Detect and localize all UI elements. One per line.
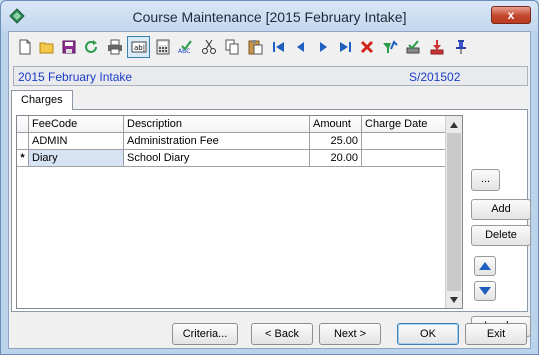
- last-record-icon: [340, 42, 351, 52]
- cell-amount[interactable]: 20.00: [310, 150, 362, 167]
- delete-row-button[interactable]: Delete: [471, 225, 531, 246]
- filter-button[interactable]: [380, 37, 400, 57]
- edit-field-button[interactable]: ab|: [127, 36, 150, 58]
- paste-icon: [248, 40, 263, 55]
- previous-record-button[interactable]: [291, 37, 311, 57]
- download-button[interactable]: [427, 37, 447, 57]
- print-button[interactable]: [105, 37, 125, 57]
- row-indicator: *: [17, 150, 29, 167]
- paste-button[interactable]: [245, 37, 265, 57]
- grid-vertical-scrollbar[interactable]: [445, 116, 462, 308]
- column-header-charge-date[interactable]: Charge Date: [362, 116, 447, 133]
- print-icon: [108, 39, 122, 55]
- next-record-button[interactable]: [313, 37, 333, 57]
- exit-button[interactable]: Exit: [465, 323, 527, 345]
- row-indicator: [17, 133, 29, 150]
- refresh-button[interactable]: [81, 37, 101, 57]
- svg-text:ab|: ab|: [134, 44, 145, 52]
- next-record-icon: [320, 42, 327, 52]
- column-header-description[interactable]: Description: [124, 116, 310, 133]
- cell-description[interactable]: Administration Fee: [124, 133, 310, 150]
- open-button[interactable]: [37, 37, 57, 57]
- scrollbar-thumb[interactable]: [447, 133, 461, 291]
- charges-tab-panel: FeeCode Description Amount Charge Date A…: [11, 109, 531, 337]
- first-record-icon: [273, 42, 284, 52]
- column-header-amount[interactable]: Amount: [310, 116, 362, 133]
- new-icon: [19, 39, 31, 55]
- spellcheck-button[interactable]: ABC: [176, 37, 196, 57]
- copy-icon: [225, 39, 239, 55]
- open-icon: [39, 42, 54, 54]
- refresh-icon: [85, 40, 97, 53]
- edit-field-icon: ab|: [131, 41, 146, 53]
- cell-charge-date[interactable]: [362, 150, 447, 167]
- scroll-up-icon: [450, 121, 458, 128]
- next-button[interactable]: Next >: [319, 323, 381, 345]
- back-button[interactable]: < Back: [251, 323, 313, 345]
- intake-code: S/201502: [409, 70, 461, 84]
- criteria-button[interactable]: Criteria...: [172, 323, 238, 345]
- charges-grid[interactable]: FeeCode Description Amount Charge Date A…: [16, 115, 463, 309]
- scroll-down-button[interactable]: [446, 291, 462, 308]
- tab-charges[interactable]: Charges: [11, 90, 73, 110]
- delete-button[interactable]: [357, 37, 377, 57]
- cell-description[interactable]: School Diary: [124, 150, 310, 167]
- filter-icon: [383, 40, 398, 53]
- close-button[interactable]: x: [491, 6, 531, 24]
- toolbar: ab| ABC: [13, 34, 528, 60]
- save-button[interactable]: [59, 37, 79, 57]
- row-indicator-header: [17, 116, 29, 133]
- move-up-button[interactable]: [474, 256, 496, 276]
- calculator-button[interactable]: [153, 37, 173, 57]
- approve-button[interactable]: [403, 37, 423, 57]
- pin-icon: [456, 40, 466, 54]
- first-record-button[interactable]: [269, 37, 289, 57]
- cell-feecode[interactable]: Diary: [29, 150, 124, 167]
- cut-button[interactable]: [199, 37, 219, 57]
- intake-header-panel: 2015 February Intake S/201502: [13, 66, 528, 86]
- cell-charge-date[interactable]: [362, 133, 447, 150]
- intake-name: 2015 February Intake: [18, 70, 133, 84]
- last-record-button[interactable]: [335, 37, 355, 57]
- save-icon: [62, 40, 76, 54]
- previous-record-icon: [297, 42, 304, 52]
- arrow-down-icon: [479, 287, 491, 295]
- approve-icon: [406, 40, 420, 54]
- move-down-button[interactable]: [474, 281, 496, 301]
- column-header-feecode[interactable]: FeeCode: [29, 116, 124, 133]
- calculator-icon: [156, 39, 170, 55]
- title-bar[interactable]: Course Maintenance [2015 February Intake…: [1, 1, 538, 31]
- scroll-up-button[interactable]: [446, 116, 462, 133]
- course-maintenance-window: Course Maintenance [2015 February Intake…: [0, 0, 539, 355]
- add-button[interactable]: Add: [471, 199, 531, 220]
- cell-amount[interactable]: 25.00: [310, 133, 362, 150]
- download-icon: [430, 40, 444, 55]
- pin-button[interactable]: [451, 37, 471, 57]
- arrow-up-icon: [479, 262, 491, 270]
- grid-header: FeeCode Description Amount Charge Date: [17, 116, 462, 134]
- client-area: ab| ABC 2015 February Intake S/201502 Ch…: [8, 31, 531, 349]
- window-title: Course Maintenance [2015 February Intake…: [132, 9, 407, 25]
- copy-button[interactable]: [222, 37, 242, 57]
- scroll-down-icon: [450, 296, 458, 303]
- new-button[interactable]: [15, 37, 35, 57]
- ellipsis-button[interactable]: ...: [471, 169, 500, 191]
- cut-icon: [202, 39, 216, 54]
- cell-feecode[interactable]: ADMIN: [29, 133, 124, 150]
- delete-icon: [360, 40, 374, 54]
- spellcheck-icon: ABC: [178, 40, 192, 55]
- ok-button[interactable]: OK: [397, 323, 459, 345]
